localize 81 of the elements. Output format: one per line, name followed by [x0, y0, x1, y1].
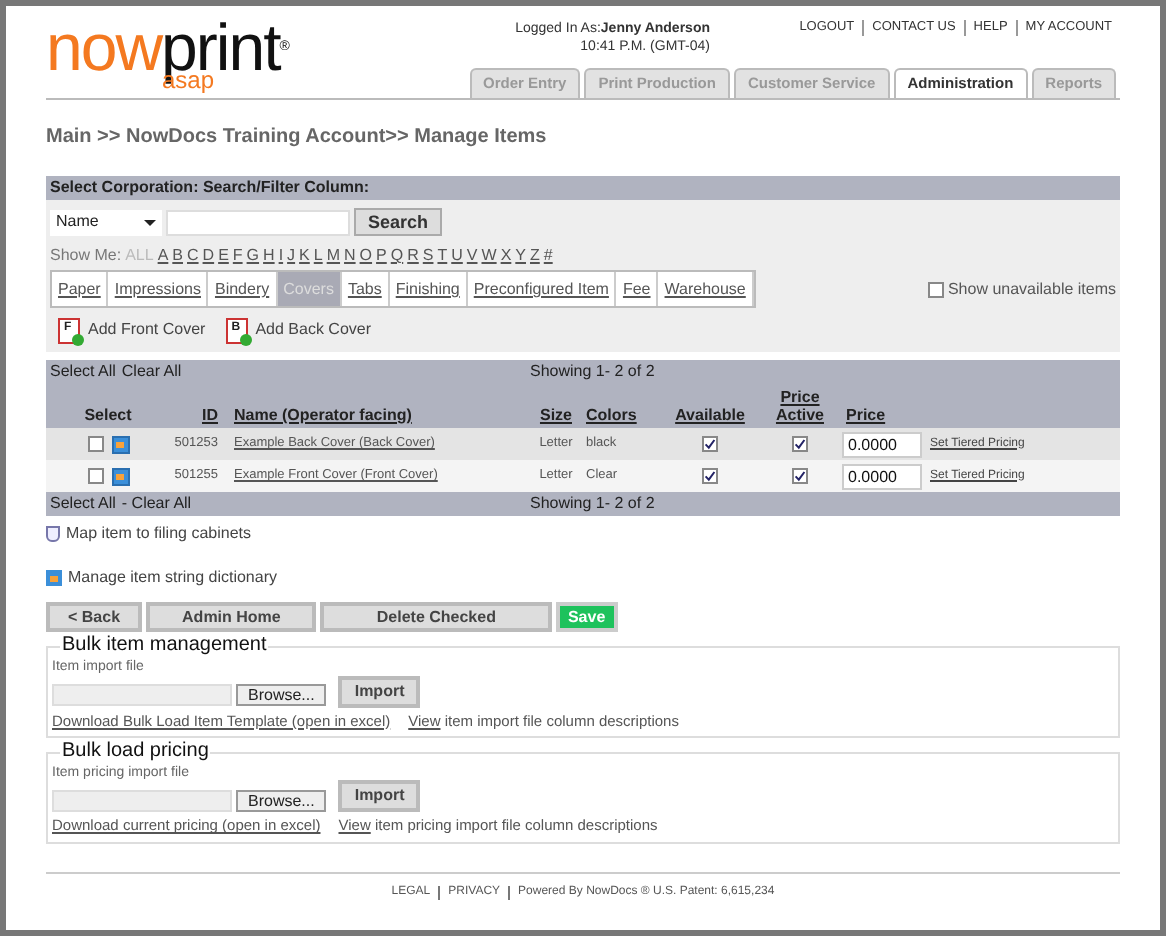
letter-link[interactable]: E: [218, 244, 229, 268]
price-field[interactable]: 0.0000: [842, 463, 922, 489]
letter-link[interactable]: H: [263, 244, 275, 268]
letter-link[interactable]: G: [246, 244, 260, 268]
letter-link[interactable]: K: [299, 244, 310, 268]
letter-link[interactable]: W: [481, 244, 497, 268]
browse-button[interactable]: Browse...: [236, 789, 327, 812]
file-path-field[interactable]: [52, 789, 232, 812]
add-cover-link[interactable]: Add Back Cover: [255, 318, 372, 342]
select-all-link[interactable]: Select All: [50, 492, 116, 516]
category-tab[interactable]: Warehouse: [658, 272, 754, 306]
letter-link[interactable]: U: [451, 244, 463, 268]
column-header[interactable]: Price Active: [758, 388, 842, 424]
available-checkbox[interactable]: [702, 468, 718, 484]
category-tab[interactable]: Tabs: [341, 272, 390, 306]
category-tab[interactable]: Finishing: [389, 272, 468, 306]
letter-link[interactable]: S: [422, 244, 434, 268]
search-field[interactable]: [166, 209, 350, 235]
action-button[interactable]: Delete Checked: [320, 602, 552, 632]
search-button[interactable]: Search: [354, 208, 443, 236]
result-count: Showing 1- 2 of 2: [530, 492, 655, 516]
price-field[interactable]: 0.0000: [842, 431, 922, 457]
column-header[interactable]: Colors: [586, 406, 662, 424]
column-header[interactable]: Price: [842, 406, 922, 424]
column-header[interactable]: Available: [662, 406, 758, 424]
column-header[interactable]: ID: [166, 406, 226, 424]
letter-link[interactable]: V: [466, 244, 478, 268]
action-button[interactable]: < Back: [46, 602, 143, 632]
letter-link[interactable]: X: [500, 244, 512, 268]
letter-link[interactable]: O: [359, 244, 373, 268]
caret-icon: [144, 219, 156, 225]
action-link[interactable]: Map item to filing cabinets: [66, 522, 251, 546]
letter-link[interactable]: #: [543, 244, 553, 268]
column-header[interactable]: Name (Operator facing): [226, 406, 526, 424]
browse-button[interactable]: Browse...: [236, 684, 327, 706]
file-path-field[interactable]: [52, 684, 232, 706]
letter-link[interactable]: J: [287, 244, 296, 268]
breadcrumb: Main >> NowDocs Training Account>> Manage Items: [46, 124, 549, 152]
window-icon: [46, 570, 62, 586]
letter-link[interactable]: I: [278, 244, 284, 268]
letter-link[interactable]: D: [202, 244, 215, 268]
result-count: Showing 1- 2 of 2: [530, 360, 655, 384]
letter-link[interactable]: P: [376, 244, 387, 268]
letter-link[interactable]: M: [326, 244, 341, 268]
column-header[interactable]: Size: [526, 406, 586, 424]
row-checkbox[interactable]: [87, 436, 103, 452]
price-active-checkbox[interactable]: [792, 436, 808, 452]
letter-link[interactable]: Q: [390, 244, 404, 268]
letter-link[interactable]: Y: [515, 244, 526, 268]
clear-all-link[interactable]: - Clear All: [121, 492, 192, 516]
category-tab[interactable]: Impressions: [108, 272, 209, 306]
letter-link[interactable]: B: [172, 244, 183, 268]
show-unavailable-checkbox[interactable]: Show unavailable items: [927, 277, 1116, 301]
category-tab[interactable]: Preconfigured Item: [467, 272, 617, 306]
letter-link[interactable]: F: [232, 244, 243, 268]
add-cover-link[interactable]: Add Front Cover: [88, 318, 206, 342]
section-legend: Bulk item management: [60, 634, 269, 656]
shield-icon: [46, 526, 60, 542]
letter-link[interactable]: L: [313, 244, 323, 268]
column-header: Select: [82, 406, 134, 424]
filter-label: Show Me:: [50, 244, 122, 268]
category-tab[interactable]: Paper: [52, 272, 109, 306]
letter-link[interactable]: Z: [530, 244, 540, 268]
action-link[interactable]: Manage item string dictionary: [68, 566, 277, 590]
letter-link[interactable]: N: [344, 244, 356, 268]
letter-link[interactable]: A: [157, 244, 169, 268]
price-active-checkbox[interactable]: [792, 468, 808, 484]
available-checkbox[interactable]: [702, 436, 718, 452]
action-button[interactable]: Admin Home: [146, 602, 317, 632]
section-legend: Bulk load pricing: [60, 739, 211, 762]
row-checkbox[interactable]: [87, 468, 103, 484]
category-tab[interactable]: Fee: [616, 272, 659, 306]
import-button[interactable]: Import: [338, 675, 421, 707]
clear-all-link[interactable]: Clear All: [121, 360, 182, 384]
select-all-link[interactable]: Select All: [50, 360, 116, 384]
letter-link[interactable]: R: [407, 244, 419, 268]
letter-link[interactable]: T: [437, 244, 448, 268]
letter-link[interactable]: C: [187, 244, 199, 268]
panel-header: Select Corporation: Search/Filter Column:: [46, 176, 1120, 200]
import-button[interactable]: Import: [338, 780, 421, 813]
column-dropdown[interactable]: Name: [50, 209, 162, 235]
